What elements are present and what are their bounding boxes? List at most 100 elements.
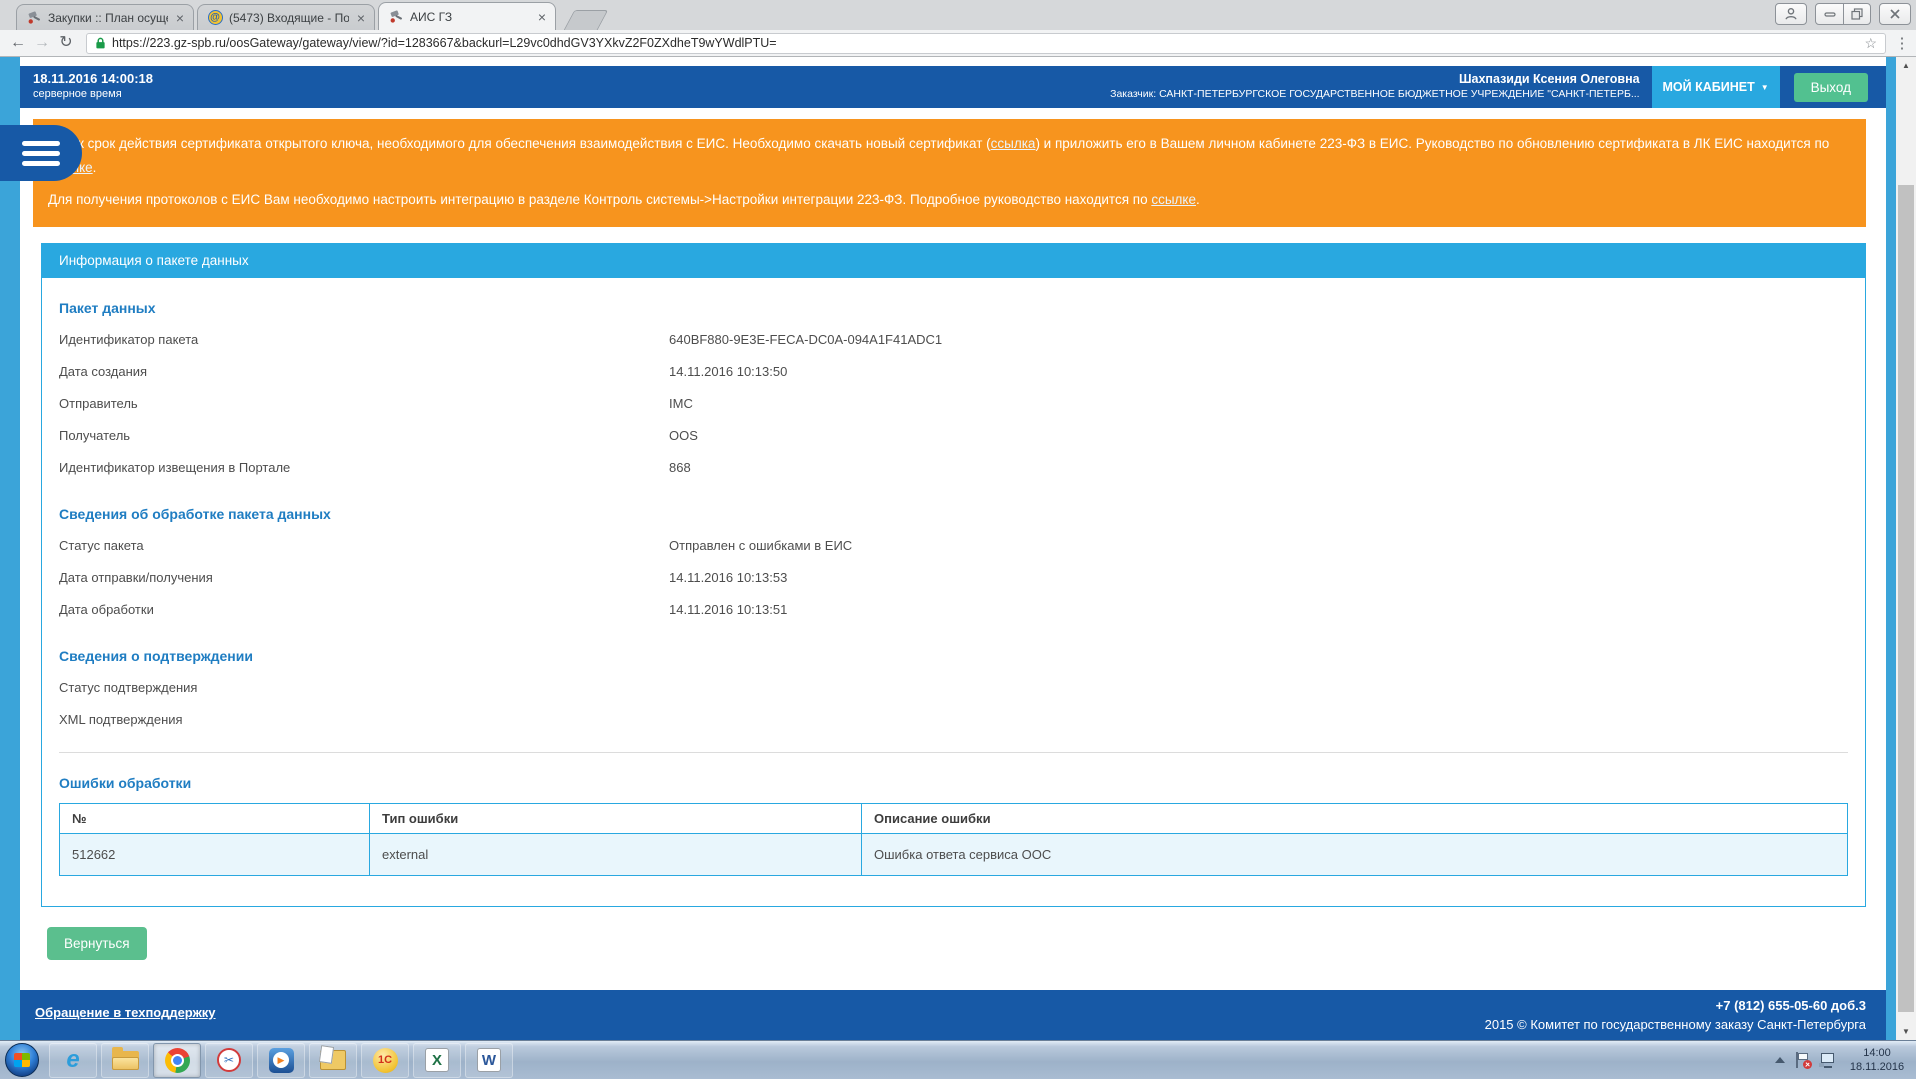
- chrome-icon: [164, 1047, 190, 1073]
- site-header-right: Шахпазиди Ксения Олеговна Заказчик: САНК…: [1110, 66, 1886, 108]
- url-text: https://223.gz-spb.ru/oosGateway/gateway…: [112, 36, 777, 50]
- table-row: 512662 external Ошибка ответа сервиса ОО…: [59, 832, 1848, 876]
- info-row: Дата обработки 14.11.2016 10:13:51: [59, 594, 1848, 626]
- excel-icon: X: [425, 1048, 449, 1072]
- taskbar-ie-button[interactable]: e: [49, 1042, 97, 1078]
- tab-zakupki[interactable]: Закупки :: План осущест ×: [16, 4, 194, 30]
- padlock-icon: [96, 37, 105, 49]
- action-center-flag-icon[interactable]: [1794, 1052, 1812, 1069]
- field-value: 14.11.2016 10:13:51: [669, 602, 788, 618]
- browser-menu-icon[interactable]: ⋮: [1894, 34, 1910, 52]
- return-button[interactable]: Вернуться: [47, 926, 147, 960]
- forward-button[interactable]: →: [30, 35, 54, 51]
- tab-ais-gz-active[interactable]: АИС ГЗ ×: [378, 2, 556, 30]
- tab-title: АИС ГЗ: [410, 9, 453, 24]
- errors-table-header-row: № Тип ошибки Описание ошибки: [59, 802, 1848, 834]
- hamburger-icon: [22, 140, 60, 166]
- taskbar-documents-button[interactable]: [309, 1042, 357, 1078]
- user-name: Шахпазиди Ксения Олеговна: [1458, 72, 1640, 86]
- taskbar-excel-button[interactable]: X: [413, 1042, 461, 1078]
- banner-text: .: [92, 159, 97, 175]
- error-description-cell: Ошибка ответа сервиса ООС: [861, 832, 1848, 876]
- address-bar[interactable]: https://223.gz-spb.ru/oosGateway/gateway…: [86, 32, 1886, 54]
- certificate-download-link[interactable]: ссылка: [991, 136, 1036, 151]
- taskbar-clock[interactable]: 14:00 18.11.2016: [1846, 1046, 1908, 1075]
- start-button[interactable]: [5, 1043, 39, 1077]
- minimize-icon: [1823, 12, 1836, 17]
- field-value: OOS: [669, 428, 698, 444]
- banner-text: Истек срок действия сертификата открытог…: [48, 136, 991, 151]
- taskbar-snipping-button[interactable]: ✂: [205, 1042, 253, 1078]
- support-link[interactable]: Обращение в техподдержку: [35, 1005, 216, 1020]
- page-scrollbar[interactable]: ▲ ▼: [1896, 57, 1916, 1040]
- windows-flag-icon: [14, 1053, 30, 1067]
- content-container: 18.11.2016 14:00:18 серверное время Шахп…: [20, 57, 1886, 1040]
- word-icon: W: [477, 1048, 501, 1072]
- column-header-number: №: [59, 802, 370, 834]
- tab-strip: Закупки :: План осущест × @ (5473) Входя…: [0, 0, 1916, 30]
- field-label: XML подтверждения: [59, 712, 183, 728]
- tab-title: (5473) Входящие - Почт: [229, 10, 349, 25]
- support-phone: +7 (812) 655-05-60 доб.3: [1715, 998, 1866, 1013]
- browser-toolbar: ← → ↻ https://223.gz-spb.ru/oosGateway/g…: [0, 30, 1916, 56]
- tab-close-icon[interactable]: ×: [174, 11, 186, 25]
- taskbar-media-player-button[interactable]: ▶: [257, 1042, 305, 1078]
- reload-button[interactable]: ↻: [54, 35, 78, 51]
- profile-button[interactable]: [1775, 3, 1807, 25]
- banner-text: .: [1195, 192, 1200, 208]
- field-label: Дата отправки/получения: [59, 570, 213, 586]
- restore-button[interactable]: [1843, 4, 1870, 24]
- folder-icon: [111, 1046, 139, 1070]
- integration-guide-link[interactable]: ссылке: [1151, 192, 1196, 207]
- taskbar-word-button[interactable]: W: [465, 1042, 513, 1078]
- tab-close-icon[interactable]: ×: [536, 10, 548, 24]
- scroll-down-arrow-icon[interactable]: ▼: [1896, 1023, 1916, 1040]
- back-button[interactable]: ←: [6, 35, 30, 51]
- copyright: 2015 © Комитет по государственному заказ…: [1484, 1016, 1866, 1032]
- tab-close-icon[interactable]: ×: [355, 11, 367, 25]
- warning-banner: Истек срок действия сертификата открытог…: [33, 119, 1866, 227]
- restore-icon: [1851, 8, 1863, 20]
- minimize-button[interactable]: [1816, 4, 1843, 24]
- network-icon[interactable]: [1819, 1052, 1837, 1068]
- info-row: Дата отправки/получения 14.11.2016 10:13…: [59, 562, 1848, 594]
- mail-favicon-icon: @: [207, 10, 223, 26]
- scissors-icon: ✂: [217, 1048, 241, 1072]
- error-number-cell: 512662: [59, 832, 370, 876]
- panel-title: Информация о пакете данных: [42, 243, 1865, 278]
- scroll-up-arrow-icon[interactable]: ▲: [1896, 57, 1916, 74]
- field-value: 14.11.2016 10:13:53: [669, 570, 788, 586]
- field-value: IMC: [669, 396, 693, 412]
- scrollbar-thumb[interactable]: [1898, 185, 1914, 1012]
- my-cabinet-label: МОЙ КАБИНЕТ: [1662, 80, 1755, 94]
- info-row: Идентификатор пакета 640BF880-9E3E-FECA-…: [59, 324, 1848, 356]
- my-cabinet-button[interactable]: МОЙ КАБИНЕТ ▼: [1651, 66, 1780, 108]
- gavel-favicon-icon: [26, 10, 42, 26]
- new-tab-button[interactable]: [563, 10, 609, 30]
- server-time-label: серверное время: [33, 88, 122, 100]
- info-row: Идентификатор извещения в Портале 868: [59, 452, 1848, 484]
- bookmark-star-icon[interactable]: ☆: [1864, 35, 1877, 52]
- tab-mail[interactable]: @ (5473) Входящие - Почт ×: [197, 4, 375, 30]
- info-row: Получатель OOS: [59, 420, 1848, 452]
- site-footer: Обращение в техподдержку +7 (812) 655-05…: [20, 990, 1886, 1040]
- window-controls: [1775, 3, 1911, 25]
- field-label: Статус подтверждения: [59, 680, 198, 696]
- taskbar-explorer-button[interactable]: [101, 1042, 149, 1078]
- server-datetime: 18.11.2016 14:00:18: [33, 71, 153, 86]
- banner-paragraph-certificate: Истек срок действия сертификата открытог…: [48, 132, 1851, 179]
- field-value: 14.11.2016 10:13:50: [669, 364, 788, 380]
- logout-button[interactable]: Выход: [1793, 72, 1868, 102]
- 1c-icon: 1С: [372, 1047, 398, 1073]
- field-label: Дата создания: [59, 364, 148, 380]
- errors-table: № Тип ошибки Описание ошибки 512662 exte…: [59, 802, 1848, 876]
- taskbar-chrome-button[interactable]: [153, 1042, 201, 1078]
- taskbar-1c-button[interactable]: 1С: [361, 1042, 409, 1078]
- side-menu-toggle[interactable]: [0, 125, 82, 181]
- divider: [59, 751, 1848, 753]
- tray-chevron-up-icon[interactable]: [1775, 1057, 1785, 1063]
- user-block: Шахпазиди Ксения Олеговна Заказчик: САНК…: [1110, 66, 1651, 108]
- media-player-icon: ▶: [268, 1047, 294, 1073]
- close-window-button[interactable]: [1879, 3, 1911, 25]
- site-header: 18.11.2016 14:00:18 серверное время Шахп…: [20, 66, 1886, 108]
